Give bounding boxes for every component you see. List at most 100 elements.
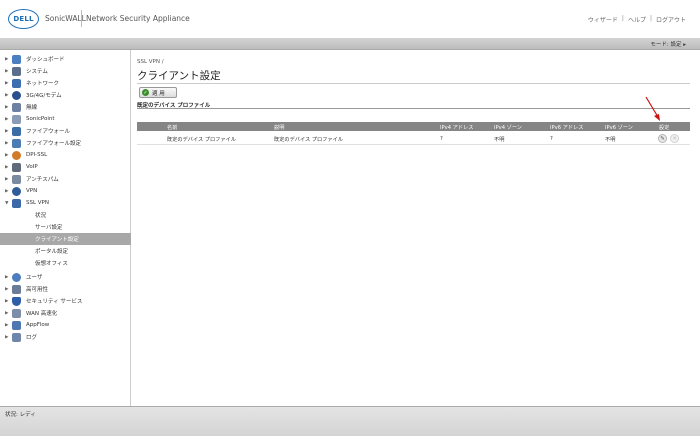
- cell-ipv6-address: ?: [550, 136, 553, 142]
- delete-icon: ✕: [670, 134, 679, 143]
- link-separator: |: [621, 15, 624, 22]
- col-header-ipv6-address[interactable]: IPv6 アドレス: [550, 124, 583, 131]
- expand-arrow-icon: ▶: [5, 104, 9, 110]
- expand-arrow-icon: ▶: [5, 164, 9, 170]
- title-divider: [137, 83, 690, 84]
- expand-arrow-icon: ▶: [5, 140, 9, 146]
- sidebar-item-label: VPN: [26, 188, 38, 194]
- sidebar-item-vpn[interactable]: ▶ VPN: [0, 185, 131, 197]
- col-header-name[interactable]: 名前: [167, 124, 177, 131]
- sidebar-item-security-services[interactable]: ▶ セキュリティ サービス: [0, 295, 131, 307]
- apply-button-label: 適 用: [152, 90, 165, 97]
- expand-arrow-icon: ▶: [5, 298, 9, 304]
- sidebar-subitem-client-settings[interactable]: クライアント設定: [0, 233, 131, 245]
- sidebar-item-label: ファイアウォール設定: [26, 141, 82, 147]
- edit-icon[interactable]: ✎: [658, 134, 667, 143]
- logout-link[interactable]: ログアウト: [656, 15, 686, 24]
- sidebar-item-dashboard[interactable]: ▶ ダッシュボード: [0, 53, 131, 65]
- help-link[interactable]: ヘルプ: [628, 15, 646, 24]
- cell-ipv6-zone: 不明: [605, 137, 616, 143]
- dashboard-icon: [12, 54, 21, 64]
- expand-arrow-icon: ▶: [5, 188, 9, 194]
- status-text: 状況: レディ: [5, 412, 36, 418]
- firewall-settings-icon: [12, 138, 21, 148]
- sidebar-item-sonicpoint[interactable]: ▶ SonicPoint: [0, 113, 131, 125]
- sidebar-item-label: AppFlow: [26, 322, 50, 328]
- system-icon: [12, 66, 21, 76]
- sidebar-subitem-status[interactable]: 状況: [0, 209, 131, 221]
- sidebar-item-label: ログ: [26, 335, 38, 341]
- sidebar-item-label: システム: [26, 69, 48, 75]
- high-availability-icon: [12, 284, 21, 294]
- table-row: 既定のデバイス プロファイル 既定のデバイス プロファイル ? 不明 ? 不明 …: [137, 133, 690, 145]
- sidebar-item-high-availability[interactable]: ▶ 高可用性: [0, 283, 131, 295]
- sidebar-item-ssl-vpn[interactable]: ▼ SSL VPN: [0, 197, 131, 209]
- sidebar-item-label: VoIP: [26, 164, 38, 170]
- col-header-description[interactable]: 説明: [274, 124, 284, 131]
- expand-arrow-icon: ▶: [5, 274, 9, 280]
- sidebar-item-users[interactable]: ▶ ユーザ: [0, 271, 131, 283]
- cell-ipv4-zone: 不明: [494, 137, 505, 143]
- sidebar-subitem-server-settings[interactable]: サーバ設定: [0, 221, 131, 233]
- dell-logo: DELL: [8, 9, 39, 29]
- sidebar-item-network[interactable]: ▶ ネットワーク: [0, 77, 131, 89]
- sidebar-item-antispam[interactable]: ▶ アンチスパム: [0, 173, 131, 185]
- table-header: 名前 説明 IPv4 アドレス IPv4 ゾーン IPv6 アドレス IPv6 …: [137, 122, 690, 131]
- expand-arrow-icon: ▶: [5, 116, 9, 122]
- sidebar-item-firewall-settings[interactable]: ▶ ファイアウォール設定: [0, 137, 131, 149]
- dpi-ssl-icon: [12, 150, 21, 160]
- expand-arrow-icon: ▶: [5, 56, 9, 62]
- link-separator: |: [649, 15, 652, 22]
- sidebar: ▶ ダッシュボード ▶ システム ▶ ネットワーク ▶ 3G/4G/モデム ▶ …: [0, 50, 131, 406]
- apply-button[interactable]: ✓ 適 用: [139, 87, 177, 98]
- sidebar-item-wan-acceleration[interactable]: ▶ WAN 高速化: [0, 307, 131, 319]
- expand-arrow-icon: ▶: [5, 176, 9, 182]
- col-header-configure: 設定: [659, 124, 670, 131]
- log-icon: [12, 332, 21, 342]
- expand-arrow-icon: ▶: [5, 322, 9, 328]
- sidebar-item-label: セキュリティ サービス: [26, 299, 83, 305]
- sidebar-item-label: 高可用性: [26, 287, 49, 293]
- sidebar-item-appflow[interactable]: ▶ AppFlow: [0, 319, 131, 331]
- sidebar-item-label: 無線: [26, 105, 38, 111]
- sidebar-item-label: ユーザ: [26, 275, 43, 281]
- header-divider: [81, 10, 82, 27]
- users-icon: [12, 272, 21, 282]
- sidebar-item-voip[interactable]: ▶ VoIP: [0, 161, 131, 173]
- app-header: DELL SonicWALL Network Security Applianc…: [0, 0, 700, 38]
- sidebar-item-label: ネットワーク: [26, 81, 60, 87]
- sidebar-subitem-virtual-office[interactable]: 仮想オフィス: [0, 257, 131, 269]
- brand-name: SonicWALL: [45, 14, 86, 23]
- ssl-vpn-icon: [12, 198, 21, 208]
- sidebar-item-log[interactable]: ▶ ログ: [0, 331, 131, 343]
- product-name: Network Security Appliance: [86, 14, 190, 23]
- collapse-arrow-icon: ▼: [5, 200, 9, 206]
- wizard-link[interactable]: ウィザード: [588, 15, 618, 24]
- sidebar-item-modem[interactable]: ▶ 3G/4G/モデム: [0, 89, 131, 101]
- breadcrumb[interactable]: SSL VPN /: [137, 59, 164, 65]
- voip-icon: [12, 162, 21, 172]
- expand-arrow-icon: ▶: [5, 152, 9, 158]
- header-links: ウィザード | ヘルプ | ログアウト: [588, 15, 686, 24]
- sidebar-item-label: アンチスパム: [26, 177, 59, 183]
- col-header-ipv6-zone[interactable]: IPv6 ゾーン: [605, 124, 633, 131]
- sidebar-item-system[interactable]: ▶ システム: [0, 65, 131, 77]
- wireless-icon: [12, 102, 21, 112]
- sidebar-item-firewall[interactable]: ▶ ファイアウォール: [0, 125, 131, 137]
- expand-arrow-icon: ▶: [5, 310, 9, 316]
- mode-toggle[interactable]: モード: 設定 ▸: [650, 40, 686, 48]
- expand-arrow-icon: ▶: [5, 286, 9, 292]
- sidebar-item-wireless[interactable]: ▶ 無線: [0, 101, 131, 113]
- col-header-ipv4-zone[interactable]: IPv4 ゾーン: [494, 124, 522, 131]
- mode-bar: モード: 設定 ▸: [0, 38, 700, 50]
- cell-name: 既定のデバイス プロファイル: [167, 137, 236, 143]
- sidebar-subitem-portal-settings[interactable]: ポータル設定: [0, 245, 131, 257]
- annotation-arrow-icon: [645, 96, 660, 121]
- col-header-ipv4-address[interactable]: IPv4 アドレス: [440, 124, 473, 131]
- firewall-icon: [12, 126, 21, 136]
- sidebar-item-label: DPI-SSL: [26, 152, 48, 158]
- cell-description: 既定のデバイス プロファイル: [274, 137, 343, 143]
- sidebar-item-dpi-ssl[interactable]: ▶ DPI-SSL: [0, 149, 131, 161]
- network-icon: [12, 78, 21, 88]
- status-bar: 状況: レディ: [0, 406, 700, 436]
